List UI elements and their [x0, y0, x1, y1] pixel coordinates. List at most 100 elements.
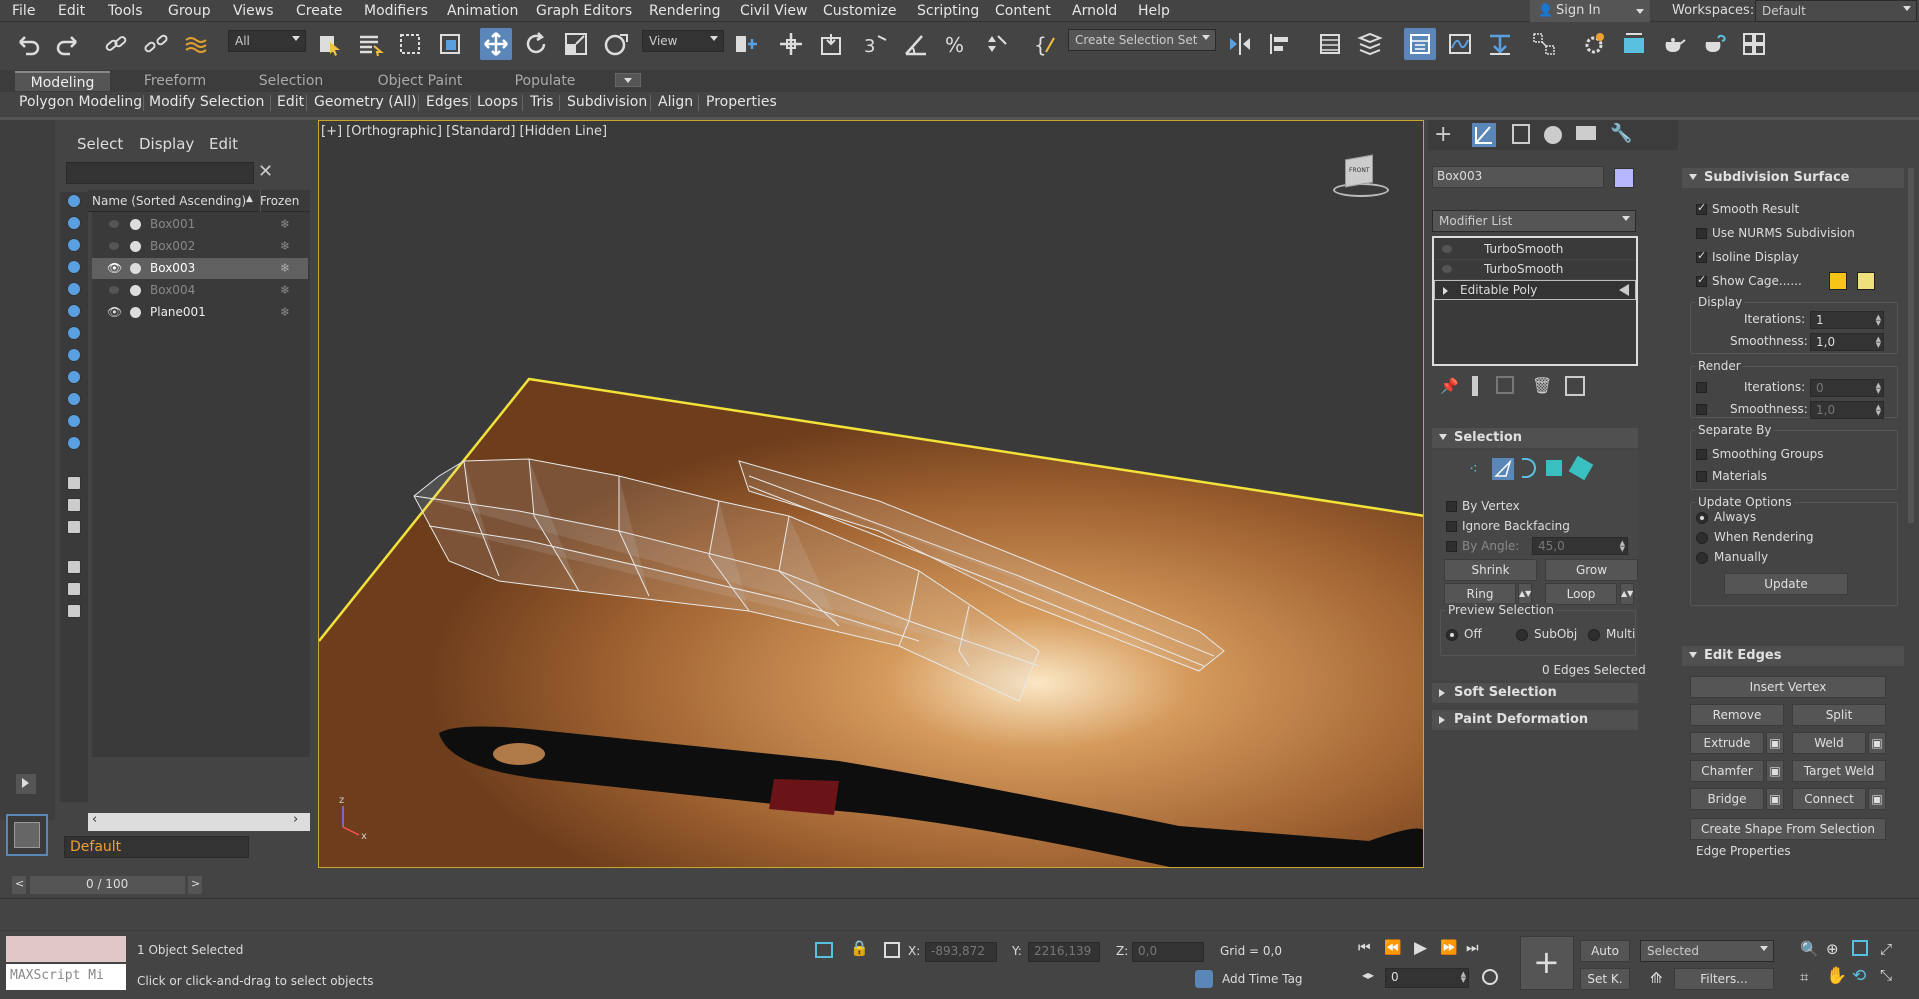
- weld-settings-icon[interactable]: ▣: [1868, 732, 1886, 754]
- menu-content[interactable]: Content: [995, 3, 1051, 19]
- chamfer-button[interactable]: Chamfer: [1690, 760, 1764, 782]
- ribbon-subdivision[interactable]: Subdivision: [567, 92, 647, 114]
- hidden-eye-icon[interactable]: [109, 286, 119, 294]
- field-of-view-icon[interactable]: ⌗: [1800, 968, 1808, 986]
- unlink-button[interactable]: [140, 28, 172, 60]
- display-tab-icon[interactable]: [1576, 126, 1596, 140]
- bridge-button[interactable]: Bridge: [1690, 788, 1764, 810]
- align-button[interactable]: [1264, 28, 1296, 60]
- extrude-button[interactable]: Extrude: [1690, 732, 1764, 754]
- viewport[interactable]: z x [+] [Orthographic] [Standard] [Hidde…: [318, 120, 1424, 868]
- ribbon-options-button[interactable]: [615, 73, 641, 87]
- bones-filter-icon[interactable]: [63, 366, 85, 388]
- cameras-filter-icon[interactable]: [63, 256, 85, 278]
- pin-stack-icon[interactable]: 📌: [1440, 377, 1459, 395]
- modifier-list-dropdown[interactable]: Modifier List: [1432, 210, 1636, 232]
- go-to-end-icon[interactable]: ⏭: [1466, 940, 1479, 956]
- zoom-extents-all-icon[interactable]: ⤢: [1880, 940, 1892, 958]
- percent-snap-button[interactable]: %: [940, 28, 972, 60]
- column-frozen-header[interactable]: Frozen: [260, 194, 299, 208]
- layer-explorer-button[interactable]: [1354, 28, 1386, 60]
- rect-selection-button[interactable]: [394, 28, 426, 60]
- viewport-layout-button[interactable]: [6, 814, 48, 856]
- rotate-button[interactable]: [520, 28, 552, 60]
- ribbon-loops[interactable]: Loops: [477, 92, 518, 114]
- ignore-backfacing-checkbox[interactable]: [1446, 521, 1457, 532]
- smoothing-groups-checkbox[interactable]: [1696, 449, 1707, 460]
- list-item[interactable]: Box004 ❄: [92, 280, 308, 301]
- show-end-result-icon[interactable]: [1472, 376, 1478, 396]
- zoom-icon[interactable]: 🔍: [1800, 940, 1819, 958]
- hierarchy-tab-icon[interactable]: [1512, 124, 1530, 144]
- helpers-filter-icon[interactable]: [63, 278, 85, 300]
- weld-button[interactable]: Weld: [1792, 732, 1866, 754]
- select-by-name-button[interactable]: [354, 28, 386, 60]
- split-button[interactable]: Split: [1792, 704, 1886, 726]
- bridge-settings-icon[interactable]: ▣: [1766, 788, 1784, 810]
- stack-item[interactable]: TurboSmooth: [1434, 260, 1636, 280]
- time-tag-icon[interactable]: [1195, 970, 1213, 988]
- render-smoothness-checkbox[interactable]: [1696, 404, 1707, 415]
- timeline-prev-button[interactable]: <: [12, 876, 26, 894]
- y-coordinate-field[interactable]: 2216,139: [1028, 942, 1100, 962]
- show-cage-checkbox[interactable]: [1696, 273, 1707, 287]
- redo-button[interactable]: [52, 28, 84, 60]
- hidden-filter-icon[interactable]: [63, 432, 85, 454]
- freeze-icon[interactable]: ❄: [280, 302, 290, 323]
- edit-named-selection-button[interactable]: {: [1030, 28, 1062, 60]
- renderable-icon[interactable]: [130, 307, 141, 318]
- key-filter-dropdown[interactable]: Selected: [1640, 940, 1774, 962]
- render-iterations-checkbox[interactable]: [1696, 382, 1707, 393]
- paint-deformation-rollout-header[interactable]: Paint Deformation: [1432, 710, 1638, 730]
- undo-button[interactable]: [12, 28, 44, 60]
- edge-mode-button[interactable]: [1492, 458, 1514, 480]
- key-tangent-icon[interactable]: ⟰: [1650, 969, 1663, 987]
- ring-button[interactable]: Ring: [1444, 583, 1516, 605]
- named-selection-dropdown[interactable]: Create Selection Set: [1068, 29, 1216, 51]
- schematic-view-button[interactable]: [1484, 28, 1516, 60]
- renderable-icon[interactable]: [130, 285, 141, 296]
- explorer-menu-select[interactable]: Select: [77, 135, 123, 153]
- update-when-rendering-radio[interactable]: [1696, 532, 1708, 544]
- make-unique-icon[interactable]: [1496, 376, 1514, 394]
- ribbon-edges[interactable]: Edges: [426, 92, 469, 114]
- reference-coord-dropdown[interactable]: View: [642, 30, 724, 52]
- curve-editor-button[interactable]: [1444, 28, 1476, 60]
- select-manipulate-button[interactable]: [775, 28, 807, 60]
- new-layer-icon[interactable]: [63, 600, 85, 622]
- modifier-toggle-icon[interactable]: [1442, 245, 1452, 253]
- spinner-snap-button[interactable]: [980, 28, 1012, 60]
- menu-civil-view[interactable]: Civil View: [740, 3, 807, 19]
- use-nurms-checkbox[interactable]: [1696, 228, 1707, 239]
- geometry-filter-icon[interactable]: [63, 190, 85, 212]
- viewport-label[interactable]: [+] [Orthographic] [Standard] [Hidden Li…: [321, 124, 607, 139]
- menu-rendering[interactable]: Rendering: [649, 3, 721, 19]
- lock-icon[interactable]: 🔒: [850, 939, 869, 957]
- renderable-icon[interactable]: [130, 263, 141, 274]
- toggle-ribbon-button[interactable]: [1404, 28, 1436, 60]
- polygon-mode-icon[interactable]: [1546, 460, 1562, 476]
- explorer-search-input[interactable]: [66, 162, 254, 184]
- vertex-mode-icon[interactable]: ⁖: [1469, 460, 1478, 478]
- display-all-icon[interactable]: [63, 472, 85, 494]
- isolate-selection-icon[interactable]: [815, 942, 833, 958]
- menu-modifiers[interactable]: Modifiers: [364, 3, 428, 19]
- column-name-header[interactable]: Name (Sorted Ascending): [92, 194, 246, 208]
- previous-frame-icon[interactable]: ⏪: [1384, 940, 1401, 956]
- display-iterations-spinner[interactable]: 1 ▲ ▼: [1810, 311, 1884, 329]
- groups-filter-icon[interactable]: [63, 322, 85, 344]
- menu-scripting[interactable]: Scripting: [917, 3, 979, 19]
- menu-graph-editors[interactable]: Graph Editors: [536, 3, 632, 19]
- orbit-icon[interactable]: ⟲: [1852, 966, 1866, 986]
- update-button[interactable]: Update: [1724, 573, 1848, 595]
- element-mode-icon[interactable]: [1568, 455, 1594, 481]
- menu-tools[interactable]: Tools: [108, 3, 143, 19]
- insert-vertex-button[interactable]: Insert Vertex: [1690, 676, 1886, 698]
- freeze-icon[interactable]: ❄: [280, 258, 290, 279]
- preview-off-radio[interactable]: [1446, 629, 1458, 641]
- tab-freeform[interactable]: Freeform: [130, 71, 220, 91]
- play-icon[interactable]: ▶: [1414, 938, 1427, 958]
- menu-file[interactable]: File: [12, 3, 35, 19]
- keyboard-shortcut-button[interactable]: [815, 28, 847, 60]
- render-smoothness-spinner[interactable]: 1,0 ▲ ▼: [1810, 401, 1884, 419]
